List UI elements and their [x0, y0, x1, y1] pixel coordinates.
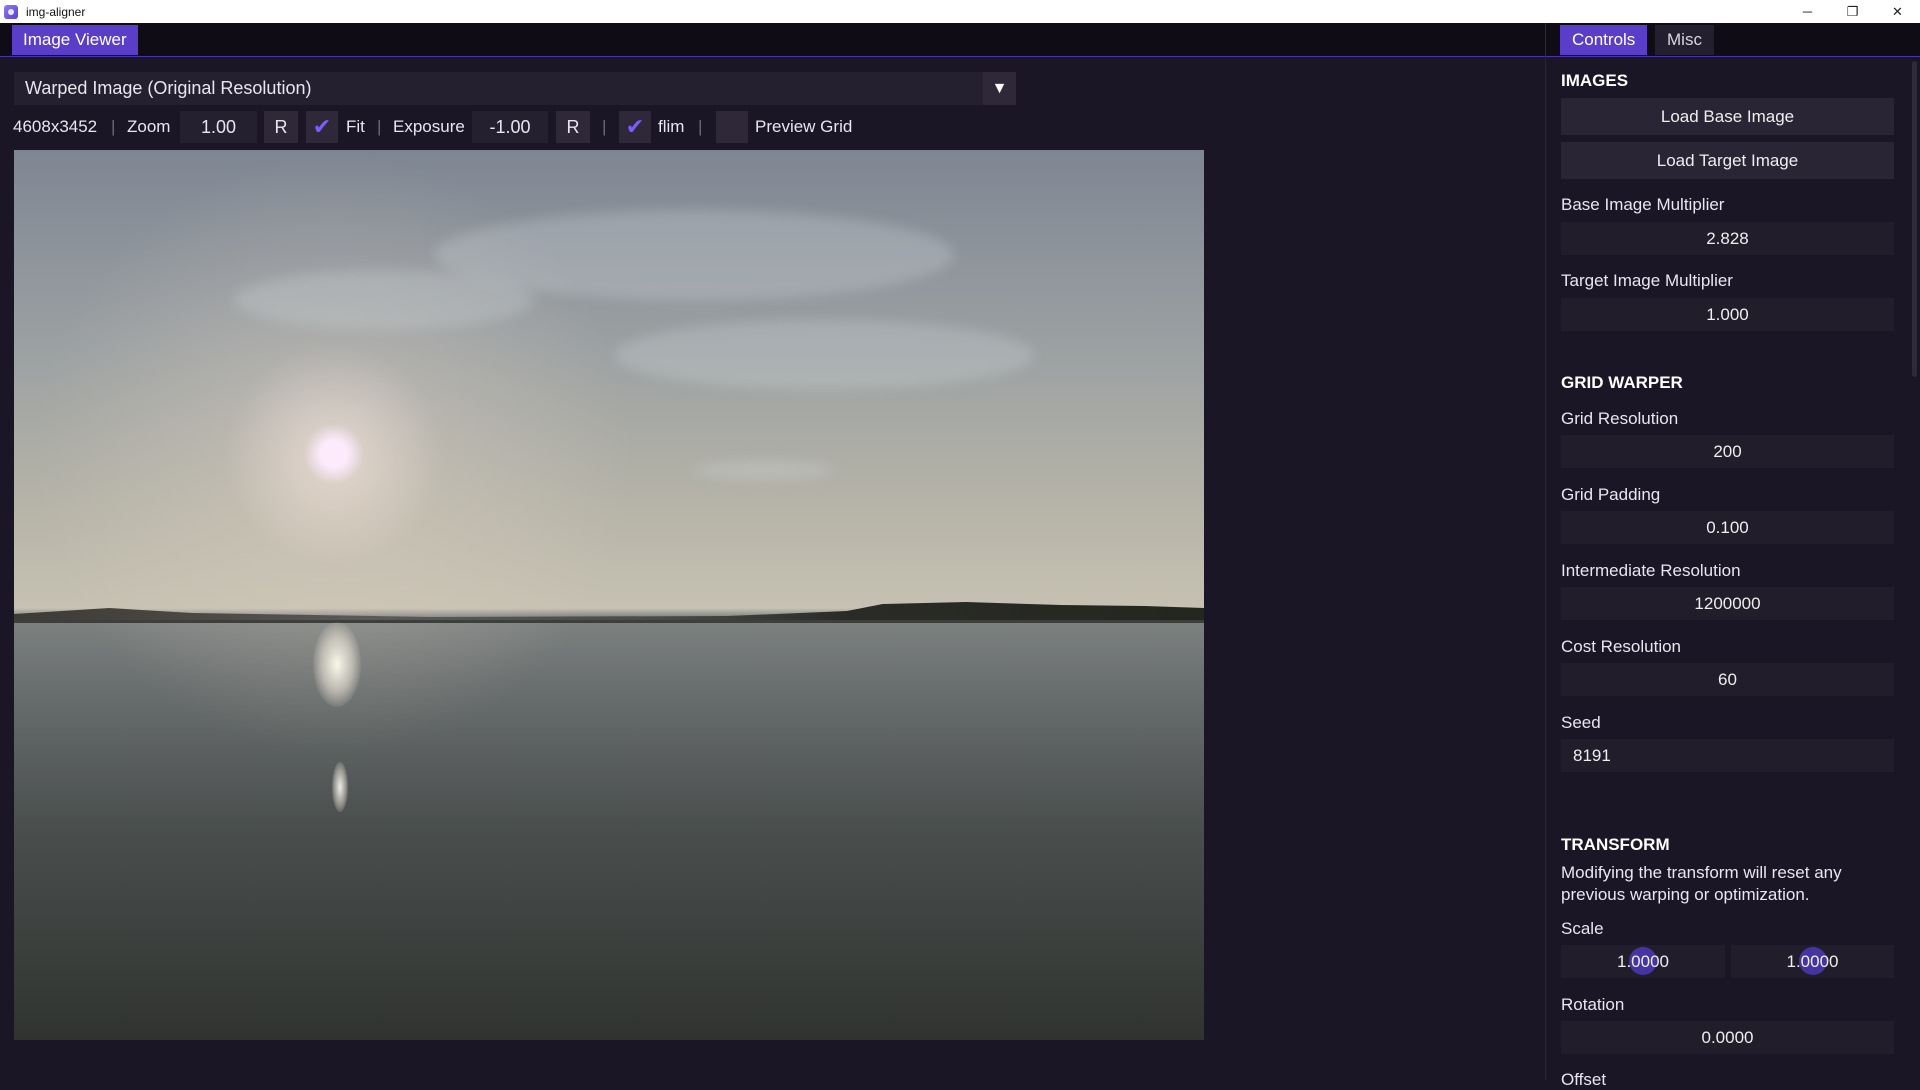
- transform-note-line1: Modifying the transform will reset any: [1561, 863, 1842, 882]
- load-base-image-button[interactable]: Load Base Image: [1561, 98, 1894, 135]
- target-multiplier-label: Target Image Multiplier: [1561, 271, 1733, 290]
- minimize-icon[interactable]: ─: [1785, 0, 1830, 23]
- tab-misc[interactable]: Misc: [1655, 25, 1714, 55]
- seed-input[interactable]: 8191: [1561, 739, 1894, 772]
- cloud: [234, 270, 534, 330]
- chevron-down-icon[interactable]: ▼: [983, 72, 1016, 105]
- cost-resolution-label: Cost Resolution: [1561, 637, 1682, 656]
- view-mode-value: Warped Image (Original Resolution): [25, 78, 312, 98]
- flim-checkbox[interactable]: ✔: [619, 111, 651, 143]
- separator: |: [377, 117, 382, 136]
- scale-y-input[interactable]: 1.0000: [1731, 945, 1894, 978]
- cloud: [614, 320, 1034, 390]
- restore-icon[interactable]: ❐: [1830, 0, 1875, 23]
- panel-scrollbar[interactable]: [1912, 61, 1917, 377]
- offset-label: Offset: [1561, 1070, 1607, 1089]
- close-icon[interactable]: ✕: [1875, 0, 1920, 23]
- base-multiplier-input[interactable]: 2.828: [1561, 222, 1894, 255]
- fit-label: Fit: [346, 117, 365, 136]
- viewer-toolbar: 4608x3452 | Zoom 1.00 R ✔ Fit | Exposure…: [0, 109, 1100, 145]
- fit-checkbox[interactable]: ✔: [306, 111, 338, 143]
- title-bar: img-aligner ─ ❐ ✕: [0, 0, 1920, 23]
- shoreline: [14, 620, 1204, 623]
- view-mode-select[interactable]: Warped Image (Original Resolution) ▼: [14, 72, 1016, 105]
- exposure-label: Exposure: [393, 117, 465, 136]
- separator: |: [602, 117, 607, 136]
- rotation-label: Rotation: [1561, 995, 1625, 1014]
- intermediate-resolution-input[interactable]: 1200000: [1561, 587, 1894, 620]
- exposure-value: -1.00: [489, 116, 531, 137]
- seed-label: Seed: [1561, 713, 1601, 732]
- separator: |: [111, 117, 116, 136]
- grid-resolution-input[interactable]: 200: [1561, 435, 1894, 468]
- check-icon: ✔: [312, 114, 332, 139]
- controls-tab-bar: Controls Misc: [1546, 23, 1920, 57]
- rotation-input[interactable]: 0.0000: [1561, 1021, 1894, 1054]
- zoom-value: 1.00: [200, 116, 237, 137]
- scale-x-value: 1.0000: [1617, 951, 1669, 971]
- scale-x-input[interactable]: 1.0000: [1561, 945, 1725, 978]
- transform-heading: TRANSFORM: [1561, 835, 1670, 854]
- viewer-tab-bar: Image Viewer: [0, 23, 1545, 57]
- cloud: [694, 460, 834, 480]
- intermediate-resolution-label: Intermediate Resolution: [1561, 561, 1741, 580]
- base-multiplier-label: Base Image Multiplier: [1561, 195, 1725, 214]
- warped-image-canvas[interactable]: [14, 150, 1204, 1040]
- tab-image-viewer[interactable]: Image Viewer: [12, 25, 138, 55]
- grid-resolution-label: Grid Resolution: [1561, 409, 1679, 428]
- target-multiplier-input[interactable]: 1.000: [1561, 298, 1894, 331]
- sun-reflection: [313, 622, 361, 707]
- image-resolution: 4608x3452: [13, 117, 98, 136]
- app-logo-icon: [4, 4, 18, 19]
- preview-grid-label: Preview Grid: [755, 117, 853, 136]
- separator: |: [698, 117, 703, 136]
- cost-resolution-input[interactable]: 60: [1561, 663, 1894, 696]
- sun-reflection: [332, 762, 348, 812]
- transform-note-line2: previous warping or optimization.: [1561, 885, 1810, 904]
- preview-grid-checkbox[interactable]: [716, 111, 748, 143]
- controls-panel: Controls Misc IMAGES Load Base Image Loa…: [1545, 23, 1920, 1089]
- images-heading: IMAGES: [1561, 71, 1629, 90]
- zoom-input[interactable]: 1.00: [180, 111, 257, 143]
- load-target-image-button[interactable]: Load Target Image: [1561, 142, 1894, 179]
- grid-padding-label: Grid Padding: [1561, 485, 1661, 504]
- tab-controls[interactable]: Controls: [1560, 25, 1648, 55]
- zoom-label: Zoom: [127, 117, 171, 136]
- exposure-input[interactable]: -1.00: [472, 111, 548, 143]
- exposure-reset-button[interactable]: R: [556, 111, 590, 143]
- zoom-reset-button[interactable]: R: [264, 111, 298, 143]
- image-viewer-panel: Image Viewer Warped Image (Original Reso…: [0, 23, 1545, 1080]
- check-icon: ✔: [625, 114, 645, 139]
- scale-y-value: 1.0000: [1786, 951, 1839, 971]
- window-title: img-aligner: [26, 4, 86, 19]
- flim-label: flim: [658, 117, 685, 136]
- scale-label: Scale: [1561, 919, 1604, 938]
- grid-padding-input[interactable]: 0.100: [1561, 511, 1894, 544]
- grid-warper-heading: GRID WARPER: [1561, 373, 1683, 392]
- horizon-land: [14, 602, 1204, 622]
